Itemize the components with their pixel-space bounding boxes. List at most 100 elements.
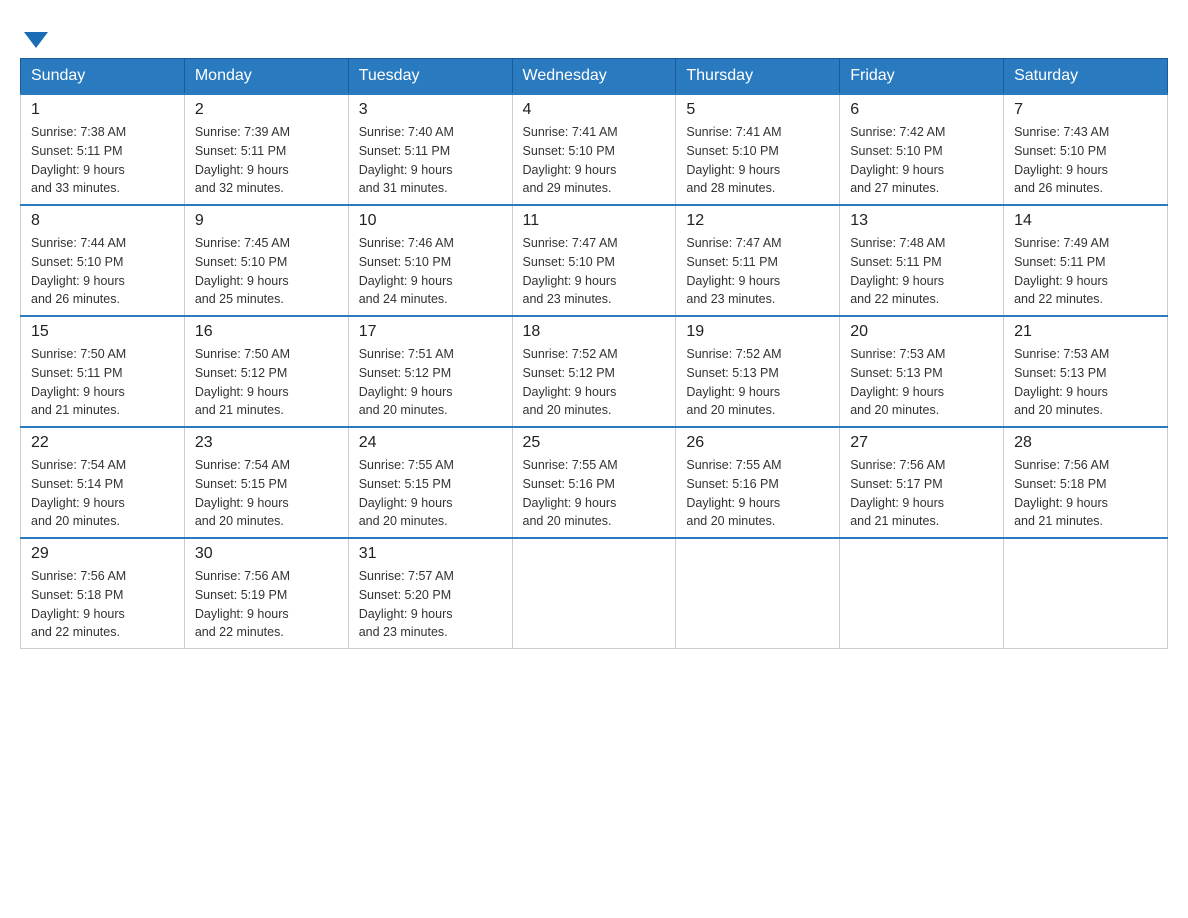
day-number: 29 — [31, 545, 174, 563]
calendar-cell: 26 Sunrise: 7:55 AMSunset: 5:16 PMDayligh… — [676, 427, 840, 538]
day-info: Sunrise: 7:55 AMSunset: 5:15 PMDaylight:… — [359, 456, 502, 531]
calendar-cell: 19Sunrise: 7:52 AMSunset: 5:13 PMDayligh… — [676, 316, 840, 427]
day-number: 28 — [1014, 434, 1157, 452]
day-info: Sunrise: 7:38 AMSunset: 5:11 PMDaylight:… — [31, 123, 174, 198]
calendar-week-row: 22 Sunrise: 7:54 AMSunset: 5:14 PMDayligh… — [21, 427, 1168, 538]
day-number: 3 — [359, 101, 502, 119]
day-number: 8 — [31, 212, 174, 230]
day-info: Sunrise: 7:56 AMSunset: 5:19 PMDaylight:… — [195, 567, 338, 642]
day-number: 10 — [359, 212, 502, 230]
day-info: Sunrise: 7:46 AMSunset: 5:10 PMDaylight:… — [359, 234, 502, 309]
day-number: 23 — [195, 434, 338, 452]
calendar-cell: 9Sunrise: 7:45 AMSunset: 5:10 PMDaylight… — [184, 205, 348, 316]
day-info: Sunrise: 7:54 AMSunset: 5:15 PMDaylight:… — [195, 456, 338, 531]
day-info: Sunrise: 7:47 AMSunset: 5:11 PMDaylight:… — [686, 234, 829, 309]
calendar-cell: 2 Sunrise: 7:39 AMSunset: 5:11 PMDaylight… — [184, 94, 348, 205]
day-info: Sunrise: 7:56 AMSunset: 5:18 PMDaylight:… — [1014, 456, 1157, 531]
calendar-cell: 28 Sunrise: 7:56 AMSunset: 5:18 PMDayligh… — [1004, 427, 1168, 538]
day-number: 13 — [850, 212, 993, 230]
day-info: Sunrise: 7:54 AMSunset: 5:14 PMDaylight:… — [31, 456, 174, 531]
day-number: 4 — [523, 101, 666, 119]
calendar-cell: 27Sunrise: 7:56 AMSunset: 5:17 PMDayligh… — [840, 427, 1004, 538]
calendar-cell: 7Sunrise: 7:43 AMSunset: 5:10 PMDaylight… — [1004, 94, 1168, 205]
day-number: 11 — [523, 212, 666, 230]
day-number: 1 — [31, 101, 174, 119]
calendar-cell: 3 Sunrise: 7:40 AMSunset: 5:11 PMDaylight… — [348, 94, 512, 205]
calendar-cell: 13 Sunrise: 7:48 AMSunset: 5:11 PMDayligh… — [840, 205, 1004, 316]
day-number: 22 — [31, 434, 174, 452]
day-info: Sunrise: 7:53 AMSunset: 5:13 PMDaylight:… — [1014, 345, 1157, 420]
calendar-cell: 10 Sunrise: 7:46 AMSunset: 5:10 PMDayligh… — [348, 205, 512, 316]
calendar-header-saturday: Saturday — [1004, 59, 1168, 95]
day-info: Sunrise: 7:40 AMSunset: 5:11 PMDaylight:… — [359, 123, 502, 198]
day-number: 5 — [686, 101, 829, 119]
day-info: Sunrise: 7:45 AMSunset: 5:10 PMDaylight:… — [195, 234, 338, 309]
day-number: 7 — [1014, 101, 1157, 119]
logo — [20, 28, 48, 48]
calendar-week-row: 15Sunrise: 7:50 AMSunset: 5:11 PMDayligh… — [21, 316, 1168, 427]
calendar-header-sunday: Sunday — [21, 59, 185, 95]
day-info: Sunrise: 7:41 AMSunset: 5:10 PMDaylight:… — [686, 123, 829, 198]
day-number: 20 — [850, 323, 993, 341]
day-info: Sunrise: 7:51 AMSunset: 5:12 PMDaylight:… — [359, 345, 502, 420]
calendar-cell: 17 Sunrise: 7:51 AMSunset: 5:12 PMDayligh… — [348, 316, 512, 427]
day-number: 16 — [195, 323, 338, 341]
day-info: Sunrise: 7:48 AMSunset: 5:11 PMDaylight:… — [850, 234, 993, 309]
calendar-cell: 15Sunrise: 7:50 AMSunset: 5:11 PMDayligh… — [21, 316, 185, 427]
day-info: Sunrise: 7:39 AMSunset: 5:11 PMDaylight:… — [195, 123, 338, 198]
day-number: 30 — [195, 545, 338, 563]
day-info: Sunrise: 7:52 AMSunset: 5:12 PMDaylight:… — [523, 345, 666, 420]
calendar-cell: 23 Sunrise: 7:54 AMSunset: 5:15 PMDayligh… — [184, 427, 348, 538]
calendar-cell: 29 Sunrise: 7:56 AMSunset: 5:18 PMDayligh… — [21, 538, 185, 649]
calendar-cell: 21Sunrise: 7:53 AMSunset: 5:13 PMDayligh… — [1004, 316, 1168, 427]
day-number: 18 — [523, 323, 666, 341]
day-number: 17 — [359, 323, 502, 341]
calendar-cell: 12Sunrise: 7:47 AMSunset: 5:11 PMDayligh… — [676, 205, 840, 316]
day-info: Sunrise: 7:53 AMSunset: 5:13 PMDaylight:… — [850, 345, 993, 420]
calendar-cell: 30 Sunrise: 7:56 AMSunset: 5:19 PMDayligh… — [184, 538, 348, 649]
day-number: 2 — [195, 101, 338, 119]
calendar-week-row: 29 Sunrise: 7:56 AMSunset: 5:18 PMDayligh… — [21, 538, 1168, 649]
calendar-cell — [676, 538, 840, 649]
calendar-week-row: 8 Sunrise: 7:44 AMSunset: 5:10 PMDaylight… — [21, 205, 1168, 316]
day-info: Sunrise: 7:57 AMSunset: 5:20 PMDaylight:… — [359, 567, 502, 642]
day-info: Sunrise: 7:52 AMSunset: 5:13 PMDaylight:… — [686, 345, 829, 420]
day-number: 6 — [850, 101, 993, 119]
calendar-header-thursday: Thursday — [676, 59, 840, 95]
calendar-cell — [840, 538, 1004, 649]
calendar-cell: 16Sunrise: 7:50 AMSunset: 5:12 PMDayligh… — [184, 316, 348, 427]
day-info: Sunrise: 7:42 AMSunset: 5:10 PMDaylight:… — [850, 123, 993, 198]
day-info: Sunrise: 7:49 AMSunset: 5:11 PMDaylight:… — [1014, 234, 1157, 309]
calendar-cell — [512, 538, 676, 649]
day-number: 24 — [359, 434, 502, 452]
calendar-cell: 4 Sunrise: 7:41 AMSunset: 5:10 PMDaylight… — [512, 94, 676, 205]
calendar-cell: 5 Sunrise: 7:41 AMSunset: 5:10 PMDaylight… — [676, 94, 840, 205]
calendar-cell: 25Sunrise: 7:55 AMSunset: 5:16 PMDayligh… — [512, 427, 676, 538]
calendar-table: SundayMondayTuesdayWednesdayThursdayFrid… — [20, 58, 1168, 649]
day-number: 26 — [686, 434, 829, 452]
calendar-header-monday: Monday — [184, 59, 348, 95]
day-info: Sunrise: 7:44 AMSunset: 5:10 PMDaylight:… — [31, 234, 174, 309]
calendar-cell: 1 Sunrise: 7:38 AMSunset: 5:11 PMDaylight… — [21, 94, 185, 205]
calendar-header-friday: Friday — [840, 59, 1004, 95]
day-info: Sunrise: 7:56 AMSunset: 5:17 PMDaylight:… — [850, 456, 993, 531]
calendar-cell: 24 Sunrise: 7:55 AMSunset: 5:15 PMDayligh… — [348, 427, 512, 538]
day-info: Sunrise: 7:47 AMSunset: 5:10 PMDaylight:… — [523, 234, 666, 309]
calendar-header-wednesday: Wednesday — [512, 59, 676, 95]
calendar-cell — [1004, 538, 1168, 649]
calendar-cell: 18 Sunrise: 7:52 AMSunset: 5:12 PMDayligh… — [512, 316, 676, 427]
calendar-cell: 8 Sunrise: 7:44 AMSunset: 5:10 PMDaylight… — [21, 205, 185, 316]
day-info: Sunrise: 7:50 AMSunset: 5:11 PMDaylight:… — [31, 345, 174, 420]
day-info: Sunrise: 7:55 AMSunset: 5:16 PMDaylight:… — [686, 456, 829, 531]
day-info: Sunrise: 7:56 AMSunset: 5:18 PMDaylight:… — [31, 567, 174, 642]
calendar-header-tuesday: Tuesday — [348, 59, 512, 95]
day-info: Sunrise: 7:41 AMSunset: 5:10 PMDaylight:… — [523, 123, 666, 198]
calendar-cell: 20 Sunrise: 7:53 AMSunset: 5:13 PMDayligh… — [840, 316, 1004, 427]
calendar-cell: 14Sunrise: 7:49 AMSunset: 5:11 PMDayligh… — [1004, 205, 1168, 316]
calendar-cell: 22 Sunrise: 7:54 AMSunset: 5:14 PMDayligh… — [21, 427, 185, 538]
page-header — [20, 20, 1168, 48]
calendar-cell: 11 Sunrise: 7:47 AMSunset: 5:10 PMDayligh… — [512, 205, 676, 316]
day-number: 25 — [523, 434, 666, 452]
day-number: 31 — [359, 545, 502, 563]
calendar-cell: 31 Sunrise: 7:57 AMSunset: 5:20 PMDayligh… — [348, 538, 512, 649]
